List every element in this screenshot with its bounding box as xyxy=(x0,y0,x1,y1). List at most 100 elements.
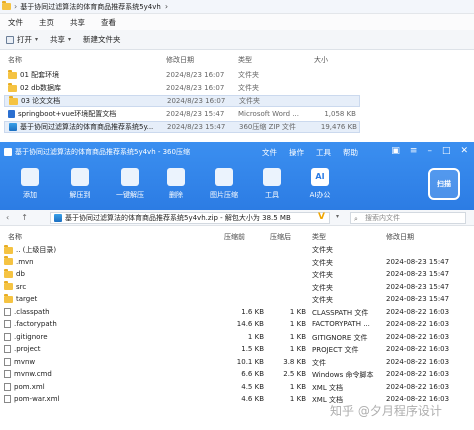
zip-menu-tools[interactable]: 工具 xyxy=(316,147,331,158)
table-row[interactable]: .mvn 文件夹 2024-08-23 15:47 xyxy=(0,256,474,270)
menu-icon[interactable]: ≡ xyxy=(410,146,418,156)
file-icon xyxy=(4,320,11,328)
image-compress-label: 图片压缩 xyxy=(210,191,238,199)
zip-menu-help[interactable]: 帮助 xyxy=(343,147,358,158)
one-click-extract-button[interactable]: 一键解压 xyxy=(108,164,152,200)
file-type: 360压缩 ZIP 文件 xyxy=(239,123,296,131)
file-type: 文件夹 xyxy=(312,258,333,267)
menu-file[interactable]: 文件 xyxy=(0,17,31,28)
chevron-down-icon[interactable]: ▾ xyxy=(336,213,339,220)
delete-label: 删除 xyxy=(169,191,183,199)
table-row[interactable]: .classpath 1.6 KB 1 KB CLASSPATH 文件 2024… xyxy=(0,307,474,320)
folder-icon xyxy=(9,95,18,105)
col-type[interactable]: 类型 xyxy=(238,55,252,65)
file-name: 01 配套环境 xyxy=(20,71,60,79)
table-row[interactable]: .gitignore 1 KB 1 KB GITIGNORE 文件 2024-0… xyxy=(0,332,474,345)
table-row[interactable]: target 文件夹 2024-08-23 15:47 xyxy=(0,293,474,307)
scan-button[interactable]: 扫描 xyxy=(428,168,460,200)
table-row[interactable]: mvnw.cmd 6.6 KB 2.5 KB Windows 命令脚本 2024… xyxy=(0,369,474,382)
breadcrumb[interactable]: 基于协同过滤算法的体育商品推荐系统5y4vh xyxy=(20,2,161,12)
zip-menu-operate[interactable]: 操作 xyxy=(289,147,304,158)
col-type[interactable]: 类型 xyxy=(312,232,326,242)
file-type: FACTORYPATH ... xyxy=(312,320,370,328)
zip-icon xyxy=(4,148,12,156)
zip-window: 基于协同过滤算法的体育商品推荐系统5y4vh - 360压缩 文件 操作 工具 … xyxy=(0,142,474,430)
ai-office-label: AI办公 xyxy=(309,191,331,199)
up-icon[interactable]: ↑ xyxy=(21,213,28,222)
col-date[interactable]: 修改日期 xyxy=(166,55,194,65)
new-folder-label: 新建文件夹 xyxy=(83,35,121,44)
explorer-menu-bar: 文件 主页 共享 查看 xyxy=(0,14,474,30)
zip-icon xyxy=(54,214,62,222)
explorer-address-bar[interactable]: › 基于协同过滤算法的体育商品推荐系统5y4vh › xyxy=(0,0,474,14)
file-name: src xyxy=(16,282,27,291)
table-row[interactable]: pom.xml 4.5 KB 1 KB XML 文档 2024-08-22 16… xyxy=(0,382,474,395)
col-name[interactable]: 名称 xyxy=(8,232,22,242)
file-type: PROJECT 文件 xyxy=(312,346,359,354)
chevron-right-icon[interactable]: › xyxy=(165,2,168,11)
col-name[interactable]: 名称 xyxy=(8,55,22,65)
col-date[interactable]: 修改日期 xyxy=(386,232,414,242)
table-row[interactable]: .. (上级目录) 文件夹 xyxy=(0,244,474,257)
file-compressed-size: 1 KB xyxy=(289,395,306,403)
list-item[interactable]: 01 配套环境 2024/8/23 16:07 文件夹 xyxy=(4,69,360,81)
menu-home[interactable]: 主页 xyxy=(31,17,62,28)
search-input[interactable]: ⌕ 搜索内文件 xyxy=(350,212,466,224)
zip-menu-file[interactable]: 文件 xyxy=(262,147,277,158)
list-item[interactable]: 03 论文文档 2024/8/23 16:07 文件夹 xyxy=(4,95,360,107)
list-item[interactable]: springboot+vue环境配置文档 2024/8/23 15:47 Mic… xyxy=(4,108,360,120)
watermark: 知乎 @夕月程序设计 xyxy=(330,404,442,418)
table-row[interactable]: .factorypath 14.6 KB 1 KB FACTORYPATH ..… xyxy=(0,319,474,332)
v-logo-icon[interactable]: V xyxy=(318,212,325,222)
image-compress-button[interactable]: 图片压缩 xyxy=(202,164,246,200)
zip-title-text: 基于协同过滤算法的体育商品推荐系统5y4vh - 360压缩 xyxy=(15,148,190,156)
menu-share[interactable]: 共享 xyxy=(62,17,93,28)
col-size[interactable]: 大小 xyxy=(314,55,328,65)
share-button[interactable]: 共享 ▾ xyxy=(50,34,71,45)
new-folder-button[interactable]: 新建文件夹 xyxy=(83,34,121,45)
extract-to-button[interactable]: 解压到 xyxy=(58,164,102,200)
col-compressed[interactable]: 压缩后 xyxy=(270,232,291,242)
add-button[interactable]: 添加 xyxy=(8,164,52,200)
minimize-icon[interactable]: – xyxy=(427,146,432,156)
table-row[interactable]: db 文件夹 2024-08-23 15:47 xyxy=(0,268,474,282)
file-icon xyxy=(4,357,11,366)
skin-icon[interactable]: ▣ xyxy=(391,146,400,156)
file-name: pom.xml xyxy=(14,382,45,391)
ai-icon: AI xyxy=(311,168,329,186)
menu-view[interactable]: 查看 xyxy=(93,17,124,28)
ai-office-button[interactable]: AI AI办公 xyxy=(298,164,342,200)
file-date: 2024/8/23 15:47 xyxy=(166,110,225,118)
file-name: db xyxy=(16,270,25,278)
table-row[interactable]: mvnw 10.1 KB 3.8 KB 文件 2024-08-22 16:03 xyxy=(0,357,474,370)
tools-button[interactable]: 工具 xyxy=(250,164,294,200)
file-icon xyxy=(4,332,11,341)
zip-toolbar: 添加 解压到 一键解压 删除 图片压缩 工具 AI AI办公 xyxy=(0,164,380,208)
delete-button[interactable]: 删除 xyxy=(154,164,198,200)
extract-icon xyxy=(71,168,89,186)
list-item[interactable]: 02 db数据库 2024/8/23 16:07 文件夹 xyxy=(4,82,360,94)
back-icon[interactable]: ‹ xyxy=(6,213,9,222)
file-name: 02 db数据库 xyxy=(20,84,62,92)
open-button[interactable]: 打开 ▾ xyxy=(6,34,38,45)
close-icon[interactable]: ✕ xyxy=(460,146,468,156)
zip-title: 基于协同过滤算法的体育商品推荐系统5y4vh - 360压缩 xyxy=(4,147,190,157)
maximize-icon[interactable]: □ xyxy=(442,146,451,156)
list-item[interactable]: 基于协同过滤算法的体育商品推荐系统5y... 2024/8/23 15:47 3… xyxy=(4,121,360,133)
folder-icon xyxy=(4,244,13,254)
table-row[interactable]: src 文件夹 2024-08-23 15:47 xyxy=(0,281,474,295)
file-size: 1.6 KB xyxy=(241,307,264,316)
zip-path-field[interactable]: 基于协同过滤算法的体育商品推荐系统5y4vh.zip - 解包大小为 38.5 … xyxy=(50,212,330,224)
file-type: 文件夹 xyxy=(312,283,333,292)
file-date: 2024-08-22 16:03 xyxy=(386,320,450,328)
folder-icon xyxy=(4,281,13,290)
file-name: .factorypath xyxy=(14,320,57,328)
file-type: CLASSPATH 文件 xyxy=(312,308,369,317)
file-size: 10.1 KB xyxy=(236,357,264,366)
table-row[interactable]: .project 1.5 KB 1 KB PROJECT 文件 2024-08-… xyxy=(0,344,474,357)
file-name: .classpath xyxy=(14,307,50,316)
col-size[interactable]: 压缩前 xyxy=(224,232,245,242)
file-name: mvnw xyxy=(14,357,36,366)
file-type: 文件夹 xyxy=(312,246,333,254)
file-name: .project xyxy=(14,345,41,353)
